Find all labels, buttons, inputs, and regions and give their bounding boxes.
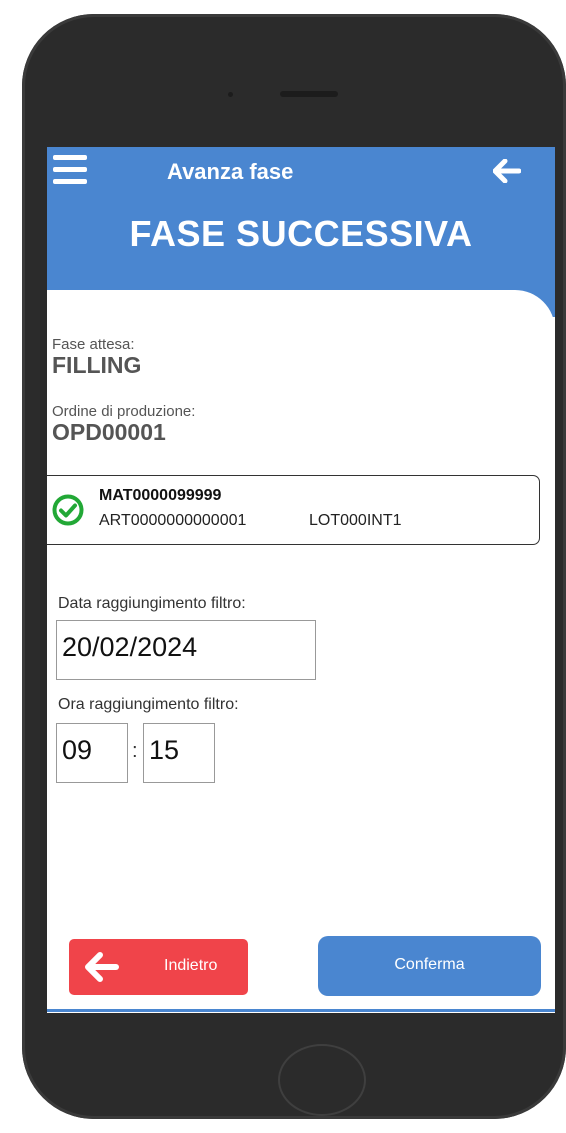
time-separator: :: [132, 740, 138, 762]
phase-value: FILLING: [52, 352, 142, 378]
order-value: OPD00001: [52, 419, 166, 445]
confirm-button-label: Conferma: [394, 956, 465, 973]
camera-dot: [228, 92, 233, 97]
arrow-left-icon: [85, 952, 119, 982]
speaker-grille: [280, 91, 338, 97]
lot-code: LOT000INT1: [309, 512, 402, 529]
content-panel: Fase attesa: FILLING Ordine di produzion…: [47, 290, 555, 1013]
material-card[interactable]: MAT0000099999 ART0000000000001 LOT000INT…: [47, 475, 540, 545]
minute-input[interactable]: 15: [143, 723, 215, 783]
hamburger-menu-icon[interactable]: [53, 155, 87, 185]
date-input[interactable]: 20/02/2024: [56, 620, 316, 680]
check-circle-icon: [52, 494, 84, 526]
page-title: FASE SUCCESSIVA: [129, 213, 473, 254]
hour-input[interactable]: 09: [56, 723, 128, 783]
home-button[interactable]: [278, 1044, 366, 1116]
material-code: MAT0000099999: [99, 487, 222, 504]
bottom-divider: [47, 1009, 555, 1012]
phase-label: Fase attesa:: [52, 336, 135, 353]
date-label: Data raggiungimento filtro:: [58, 595, 246, 612]
header-title: Avanza fase: [167, 159, 294, 184]
back-button[interactable]: Indietro: [69, 939, 248, 995]
confirm-button[interactable]: Conferma: [318, 936, 541, 996]
arrow-left-icon[interactable]: [493, 159, 521, 183]
order-label: Ordine di produzione:: [52, 403, 196, 420]
article-code: ART0000000000001: [99, 512, 247, 529]
time-label: Ora raggiungimento filtro:: [58, 696, 239, 713]
back-button-label: Indietro: [164, 957, 218, 974]
app-screen: Avanza fase FASE SUCCESSIVA Fase attesa:…: [47, 147, 555, 1013]
